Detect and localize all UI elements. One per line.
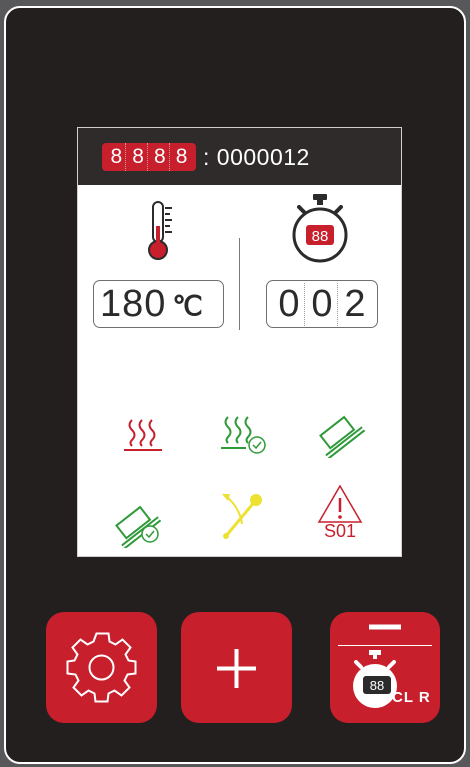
timer-digit: 0: [307, 282, 338, 326]
temperature-unit: ℃: [172, 290, 203, 321]
alarm-code: S01: [323, 521, 357, 541]
clear-label: CL R: [392, 689, 431, 706]
timer-button-digits: 88: [363, 676, 391, 694]
thermometer-icon: [148, 201, 172, 260]
timer-button-digit-text: 88: [369, 677, 385, 693]
stopwatch-icon: 88: [292, 194, 348, 263]
press-plate-ok-icon: [115, 505, 162, 548]
gear-icon: [66, 632, 137, 703]
warning-icon: [317, 484, 363, 523]
divider: [239, 238, 240, 330]
timer-digit: 0: [274, 282, 305, 326]
swing-arm-icon: [222, 494, 262, 539]
segment-display: 8 8 8 8: [102, 143, 196, 171]
minus-icon: [369, 624, 401, 630]
temperature-readout[interactable]: 180 ℃: [93, 280, 224, 328]
heating-icon: [124, 419, 162, 451]
plus-icon: [217, 649, 256, 688]
button-divider: [338, 645, 432, 646]
timer-readout[interactable]: 0 0 2: [266, 280, 378, 328]
segment-digit: 8: [175, 145, 188, 168]
add-button[interactable]: [181, 612, 292, 723]
segment-digit: 8: [107, 143, 127, 171]
counter-header: 8 8 8 8 : 0000012: [78, 128, 401, 185]
timer-digit: 2: [344, 282, 366, 325]
press-plate-icon: [319, 415, 366, 458]
stopwatch-digits: 88: [312, 228, 329, 245]
cycle-counter: : 0000012: [203, 144, 310, 170]
settings-button[interactable]: [46, 612, 157, 723]
temperature-value: 180: [100, 282, 167, 325]
segment-digit: 8: [129, 143, 149, 171]
display-screen: 8 8 8 8 : 0000012 88 180 ℃ 0 0 2 S01: [77, 127, 402, 557]
segment-digit: 8: [151, 143, 170, 171]
timer-clear-button[interactable]: [330, 612, 440, 723]
heating-ok-icon: [221, 416, 266, 454]
